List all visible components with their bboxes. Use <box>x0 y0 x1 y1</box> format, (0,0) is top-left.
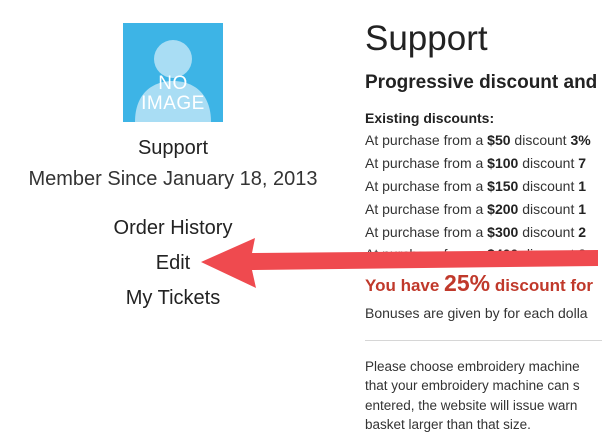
discount-tier: At purchase from a $50 discount 3% <box>365 132 591 148</box>
page-title: Support <box>365 19 488 58</box>
edit-link[interactable]: Edit <box>0 252 346 275</box>
existing-discounts-label: Existing discounts: <box>365 110 495 126</box>
discount-tier: At purchase from a $150 discount 1 <box>365 178 587 194</box>
paragraph-line: entered, the website will issue warn <box>365 398 578 413</box>
bonus-note: Bonuses are given by for each dolla <box>365 305 588 321</box>
profile-name: Support <box>137 137 209 159</box>
paragraph-line: Please choose embroidery machine <box>365 359 580 374</box>
order-history-link[interactable]: Order History <box>0 217 346 240</box>
section-title: Progressive discount and <box>365 72 598 93</box>
discount-tier: At purchase from a $400 discount 2 <box>365 246 587 262</box>
discount-tier: At purchase from a $100 discount 7 <box>365 155 587 171</box>
paragraph-line: that your embroidery machine can s <box>365 378 580 393</box>
paragraph-line: basket larger than that size. <box>365 417 531 432</box>
discount-tier: At purchase from a $200 discount 1 <box>365 201 587 217</box>
main-content: Support Progressive discount and Existin… <box>365 0 602 437</box>
member-since: Member Since January 18, 2013 <box>28 168 318 190</box>
my-tickets-link[interactable]: My Tickets <box>0 287 346 310</box>
avatar-placeholder-text: IMAGE <box>141 93 205 114</box>
current-discount-banner: You have 25% discount for <box>365 270 594 296</box>
avatar-placeholder-text: NO <box>158 73 188 94</box>
avatar: NO IMAGE <box>123 23 223 122</box>
discount-tier: At purchase from a $300 discount 2 <box>365 224 587 240</box>
divider <box>365 340 602 341</box>
